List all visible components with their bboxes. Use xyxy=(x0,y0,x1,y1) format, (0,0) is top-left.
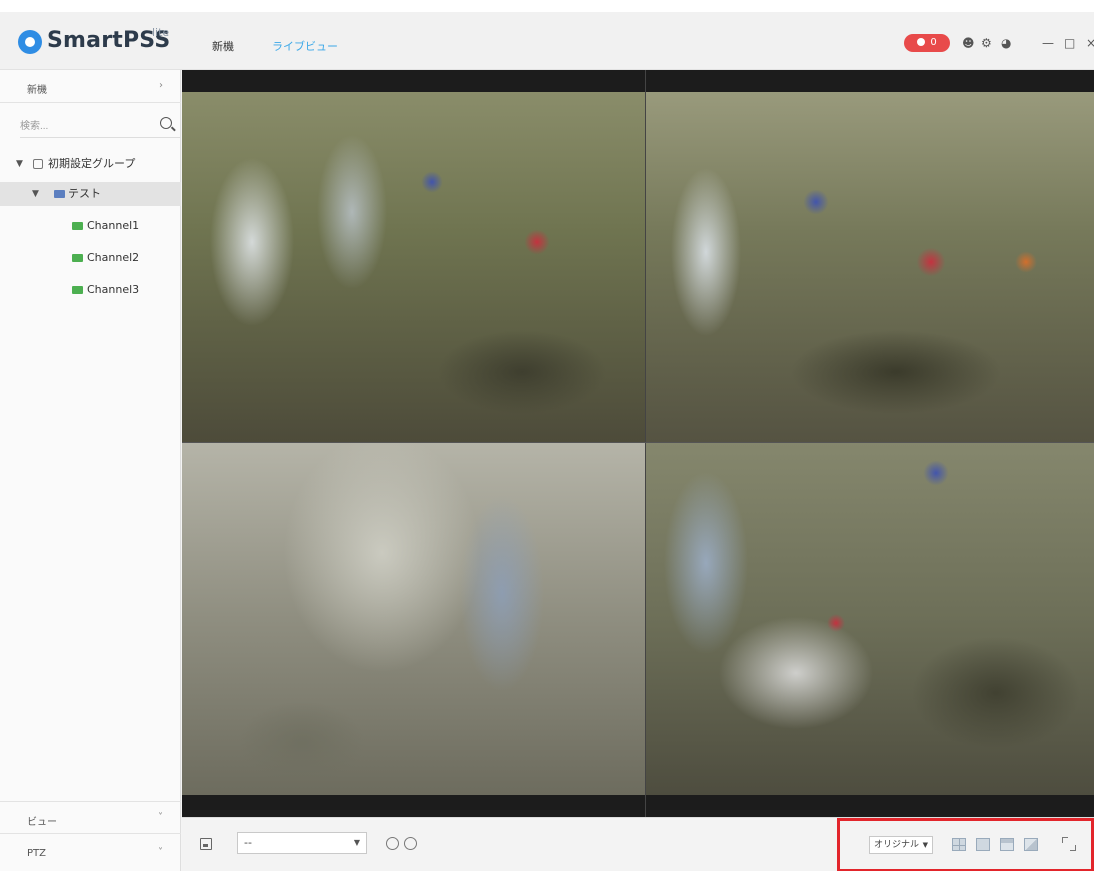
refresh-icon[interactable] xyxy=(386,837,399,850)
layout-custom-icon[interactable] xyxy=(1000,838,1014,851)
view-select-value: -- xyxy=(244,836,252,849)
ptz-section-label: PTZ xyxy=(27,848,46,859)
fullscreen-icon[interactable] xyxy=(1062,837,1076,851)
bell-icon xyxy=(917,38,926,46)
tree-group-label: 初期設定グループ xyxy=(48,157,136,170)
view-section-header[interactable]: ビュー ˅ xyxy=(0,801,181,834)
grid-divider xyxy=(182,442,1094,443)
group-icon xyxy=(33,159,43,169)
video-cell-channel-3[interactable] xyxy=(182,443,645,795)
tab-new[interactable]: 新機 xyxy=(212,38,234,54)
device-search xyxy=(20,114,180,138)
camera-icon xyxy=(72,222,83,230)
channel-label: Channel1 xyxy=(87,219,140,232)
minimize-icon[interactable]: — xyxy=(1042,36,1054,50)
tree-channel-row[interactable]: Channel1 xyxy=(0,214,181,238)
chevron-right-icon: › xyxy=(159,80,163,91)
view-select[interactable]: -- ▼ xyxy=(237,832,367,854)
smartpss-window: SmartPSS lite 新機 ライブビュー 0 ☻ ⚙ ◕ — □ × 新機… xyxy=(0,12,1094,871)
camera-icon xyxy=(72,254,83,262)
layout-edit-icon[interactable] xyxy=(1024,838,1038,851)
app-edition: lite xyxy=(152,26,170,39)
caret-down-icon[interactable]: ▼ xyxy=(32,182,39,206)
smartpss-logo-icon xyxy=(18,30,42,54)
video-cell-channel-4[interactable] xyxy=(646,443,1094,795)
dropdown-arrow-icon: ▼ xyxy=(922,841,928,849)
tab-live-view[interactable]: ライブビュー xyxy=(272,38,338,54)
aspect-ratio-select[interactable]: オリジナル ▼ xyxy=(869,836,933,854)
maximize-icon[interactable]: □ xyxy=(1064,36,1075,50)
tree-channel-row[interactable]: Channel3 xyxy=(0,278,181,302)
device-section-label: 新機 xyxy=(27,85,47,96)
aspect-ratio-value: オリジナル xyxy=(874,840,920,850)
settings-gear-icon[interactable]: ⚙ xyxy=(981,36,992,50)
search-icon[interactable] xyxy=(160,117,172,129)
video-cell-channel-1[interactable] xyxy=(182,92,645,442)
layout-4-split-icon[interactable] xyxy=(952,838,966,851)
live-view-grid xyxy=(182,70,1094,817)
alarm-badge[interactable]: 0 xyxy=(904,34,950,52)
user-icon[interactable]: ☻ xyxy=(962,36,975,50)
ptz-section-header[interactable]: PTZ ˅ xyxy=(0,837,181,870)
chevron-down-icon: ˅ xyxy=(158,847,163,858)
layout-1-split-icon[interactable] xyxy=(976,838,990,851)
save-view-icon[interactable] xyxy=(200,838,212,850)
tree-device-label: テスト xyxy=(68,187,101,200)
close-all-icon[interactable] xyxy=(404,837,417,850)
bottom-toolbar: -- ▼ オリジナル ▼ xyxy=(182,817,1094,871)
search-input[interactable] xyxy=(20,115,140,138)
tree-device-row[interactable]: ▼ テスト xyxy=(0,182,181,206)
grid-divider xyxy=(645,70,646,817)
sidebar: 新機 › ▼ 初期設定グループ ▼ テスト Channel1 Channel2 … xyxy=(0,70,181,871)
device-section-header[interactable]: 新機 › xyxy=(0,70,181,103)
video-cell-channel-2[interactable] xyxy=(646,92,1094,442)
dropdown-arrow-icon: ▼ xyxy=(353,838,360,847)
caret-down-icon[interactable]: ▼ xyxy=(16,152,23,176)
lock-icon[interactable]: ◕ xyxy=(1001,36,1011,50)
tree-group-row[interactable]: ▼ 初期設定グループ xyxy=(0,152,181,176)
chevron-down-icon: ˅ xyxy=(158,812,163,823)
tree-channel-row[interactable]: Channel2 xyxy=(0,246,181,270)
camera-icon xyxy=(72,286,83,294)
view-section-label: ビュー xyxy=(27,817,57,828)
title-bar: SmartPSS lite 新機 ライブビュー 0 ☻ ⚙ ◕ — □ × xyxy=(0,12,1094,70)
alarm-count: 0 xyxy=(930,37,937,48)
device-icon xyxy=(54,190,65,198)
close-icon[interactable]: × xyxy=(1086,36,1094,50)
channel-label: Channel3 xyxy=(87,283,140,296)
channel-label: Channel2 xyxy=(87,251,140,264)
